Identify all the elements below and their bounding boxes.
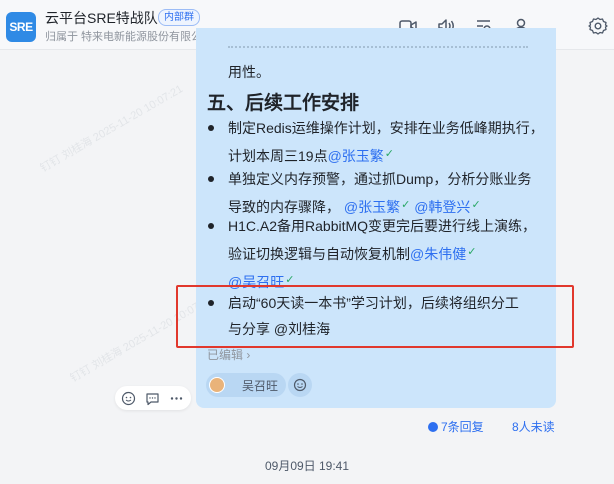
list-item-line: 计划本周三19点@张玉繁✓ (228, 141, 544, 169)
replies-link[interactable]: 7条回复 (428, 418, 484, 435)
add-reaction-button[interactable] (288, 373, 312, 397)
emoji-reaction-icon[interactable] (120, 390, 136, 406)
bullet-dot (208, 223, 214, 229)
group-avatar[interactable]: SRE (6, 12, 36, 42)
highlight-box (176, 285, 574, 348)
more-icon[interactable] (168, 390, 184, 406)
list-item-line: H1C.A2备用RabbitMQ变更完后要进行线上演练， (228, 218, 537, 234)
emoji-icon (293, 378, 307, 392)
read-check-icon: ✓ (471, 199, 481, 211)
bullet-dot (208, 125, 214, 131)
settings-icon[interactable] (587, 15, 609, 37)
watermark: 钉钉 刘桂海 2025-11-20 10:07:21 (38, 83, 186, 175)
bullet-dot (208, 176, 214, 182)
avatar (209, 377, 225, 393)
section-heading: 五、后续工作安排 (207, 93, 360, 114)
mention-link[interactable]: @朱伟健 (410, 246, 466, 262)
read-check-icon: ✓ (401, 199, 411, 211)
list-item-line: 验证切换逻辑与自动恢复机制@朱伟健✓ (228, 239, 536, 267)
group-subtitle: 归属于 特来电新能源股份有限公司 (45, 31, 214, 43)
reactor-name: 吴召旺 (242, 379, 279, 393)
list-item-text: 计划本周三19点 (228, 148, 328, 164)
internal-group-badge: 内部群 (158, 9, 200, 26)
list-item: 制定Redis运维操作计划，安排在业务低峰期执行， 计划本周三19点@张玉繁✓ (208, 115, 544, 169)
read-check-icon: ✓ (384, 148, 395, 160)
list-item: H1C.A2备用RabbitMQ变更完后要进行线上演练， 验证切换逻辑与自动恢复… (208, 213, 537, 295)
previous-text-fragment: 用性。 (228, 64, 270, 80)
message-timestamp: 09月09日 19:41 (264, 459, 350, 473)
unread-count-link[interactable]: 8人未读 (512, 418, 555, 435)
read-check-icon: ✓ (467, 246, 477, 258)
mention-link[interactable]: @张玉繁 (328, 148, 384, 164)
reply-icon[interactable] (144, 390, 160, 406)
list-item-line: 制定Redis运维操作计划，安排在业务低峰期执行， (228, 120, 544, 136)
reply-bubble-icon (428, 422, 438, 432)
truncated-line (228, 46, 528, 52)
group-title[interactable]: 云平台SRE特战队 (45, 8, 158, 28)
list-item: 单独定义内存预警，通过抓Dump，分析分账业务 导致的内存骤降， @张玉繁✓ @… (208, 166, 532, 220)
list-item-text: 验证切换逻辑与自动恢复机制 (228, 246, 410, 262)
edited-label[interactable]: 已编辑 › (207, 346, 250, 363)
list-item-line: 单独定义内存预警，通过抓Dump，分析分账业务 (228, 171, 532, 187)
